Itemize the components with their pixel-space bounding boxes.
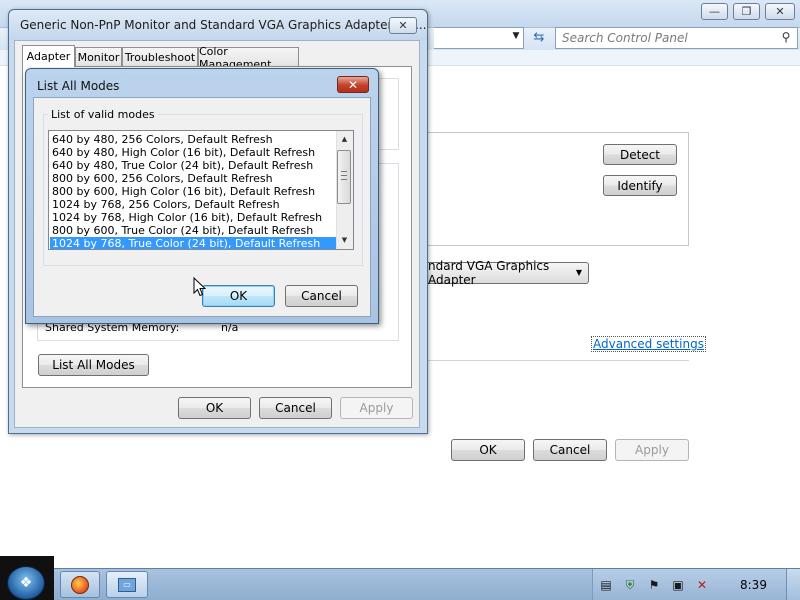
display-select[interactable]: ndard VGA Graphics Adapter ▼ bbox=[428, 259, 589, 287]
flag-icon[interactable]: ⚑ bbox=[647, 578, 661, 592]
close-icon: ✕ bbox=[775, 5, 785, 18]
modes-cancel-label: Cancel bbox=[301, 289, 342, 303]
security-shield-icon[interactable]: ⛨ bbox=[623, 578, 637, 592]
show-desktop-button[interactable] bbox=[786, 569, 800, 600]
restore-icon: ❐ bbox=[741, 5, 752, 18]
network-icon[interactable]: ▣ bbox=[671, 578, 685, 592]
scroll-up-icon[interactable]: ▲ bbox=[337, 132, 352, 147]
bg-ok-button[interactable]: OK bbox=[451, 439, 525, 461]
tab-troubleshoot[interactable]: Troubleshoot bbox=[122, 47, 198, 67]
tab-adapter[interactable]: Adapter bbox=[22, 45, 75, 67]
bg-apply-button[interactable]: Apply bbox=[615, 439, 689, 461]
mouse-cursor-icon bbox=[193, 277, 207, 297]
scroll-grip-icon bbox=[341, 171, 347, 180]
minimize-button[interactable]: — bbox=[701, 3, 728, 20]
bg-ok-label: OK bbox=[479, 443, 497, 457]
minimize-icon: — bbox=[709, 5, 720, 18]
search-placeholder: Search Control Panel bbox=[562, 31, 688, 45]
close-button[interactable]: ✕ bbox=[765, 3, 795, 20]
address-history-arrow-icon[interactable]: ▼ bbox=[510, 31, 522, 45]
list-item[interactable]: 800 by 600, 256 Colors, Default Refresh bbox=[50, 172, 336, 185]
list-all-modes-button[interactable]: List All Modes bbox=[38, 354, 149, 376]
tab-monitor[interactable]: Monitor bbox=[75, 47, 122, 67]
list-item[interactable]: 640 by 480, 256 Colors, Default Refresh bbox=[50, 133, 336, 146]
detect-label: Detect bbox=[619, 147, 660, 162]
list-item[interactable]: 640 by 480, High Color (16 bit), Default… bbox=[50, 146, 336, 159]
list-item-selected[interactable]: 1024 by 768, True Color (24 bit), Defaul… bbox=[50, 237, 336, 249]
list-item[interactable]: 1024 by 768, High Color (16 bit), Defaul… bbox=[50, 211, 336, 224]
tab-troubleshoot-label: Troubleshoot bbox=[124, 51, 196, 64]
modes-listbox[interactable]: 640 by 480, 256 Colors, Default Refresh … bbox=[48, 130, 354, 250]
close-icon: ✕ bbox=[347, 77, 359, 92]
bg-cancel-button[interactable]: Cancel bbox=[533, 439, 607, 461]
props-ok-label: OK bbox=[205, 401, 224, 415]
tab-monitor-label: Monitor bbox=[77, 51, 120, 64]
props-cancel-button[interactable]: Cancel bbox=[259, 397, 332, 419]
valid-modes-label: List of valid modes bbox=[48, 108, 158, 121]
list-all-modes-label: List All Modes bbox=[52, 358, 135, 372]
modes-ok-button[interactable]: OK bbox=[202, 285, 275, 307]
chevron-down-icon: ▼ bbox=[575, 268, 582, 277]
refresh-icon[interactable]: ⇆ bbox=[528, 28, 550, 48]
display-settings-icon: ▭ bbox=[118, 577, 136, 592]
props-cancel-label: Cancel bbox=[275, 401, 316, 415]
bg-apply-label: Apply bbox=[635, 443, 669, 457]
taskbar-firefox-button[interactable] bbox=[60, 571, 100, 598]
dialog-title: Generic Non-PnP Monitor and Standard VGA… bbox=[20, 18, 427, 32]
display-select-value: ndard VGA Graphics Adapter bbox=[428, 259, 550, 287]
modes-cancel-button[interactable]: Cancel bbox=[285, 285, 358, 307]
windows-logo-icon[interactable]: ❖ bbox=[7, 566, 45, 600]
detect-button[interactable]: Detect bbox=[603, 144, 677, 165]
modes-dialog-title: List All Modes bbox=[37, 79, 120, 93]
close-icon: ✕ bbox=[398, 19, 408, 32]
identify-button[interactable]: Identify bbox=[603, 175, 677, 196]
modes-ok-label: OK bbox=[229, 289, 248, 303]
list-item[interactable]: 800 by 600, True Color (24 bit), Default… bbox=[50, 224, 336, 237]
volume-muted-icon[interactable]: ✕ bbox=[695, 578, 709, 592]
firefox-icon bbox=[71, 575, 89, 594]
props-apply-label: Apply bbox=[359, 401, 394, 415]
search-icon[interactable]: ⚲ bbox=[778, 29, 794, 45]
advanced-settings-link[interactable]: Advanced settings bbox=[591, 336, 706, 352]
props-close-button[interactable]: ✕ bbox=[389, 17, 417, 34]
bg-cancel-label: Cancel bbox=[549, 443, 591, 457]
modes-close-button[interactable]: ✕ bbox=[337, 76, 369, 93]
list-item[interactable]: 800 by 600, High Color (16 bit), Default… bbox=[50, 185, 336, 198]
list-item[interactable]: 640 by 480, True Color (24 bit), Default… bbox=[50, 159, 336, 172]
restore-button[interactable]: ❐ bbox=[733, 3, 760, 20]
scroll-down-icon[interactable]: ▼ bbox=[337, 233, 352, 248]
list-item[interactable]: 1024 by 768, 256 Colors, Default Refresh bbox=[50, 198, 336, 211]
divider bbox=[428, 360, 689, 361]
props-ok-button[interactable]: OK bbox=[178, 397, 251, 419]
clock[interactable]: 8:39 bbox=[740, 578, 767, 592]
props-apply-button[interactable]: Apply bbox=[340, 397, 413, 419]
tab-adapter-label: Adapter bbox=[26, 50, 71, 63]
document-icon[interactable]: ▤ bbox=[599, 578, 613, 592]
taskbar-display-settings-button[interactable]: ▭ bbox=[106, 571, 148, 598]
tab-color-management[interactable]: Color Management bbox=[198, 45, 299, 71]
identify-label: Identify bbox=[617, 178, 663, 193]
